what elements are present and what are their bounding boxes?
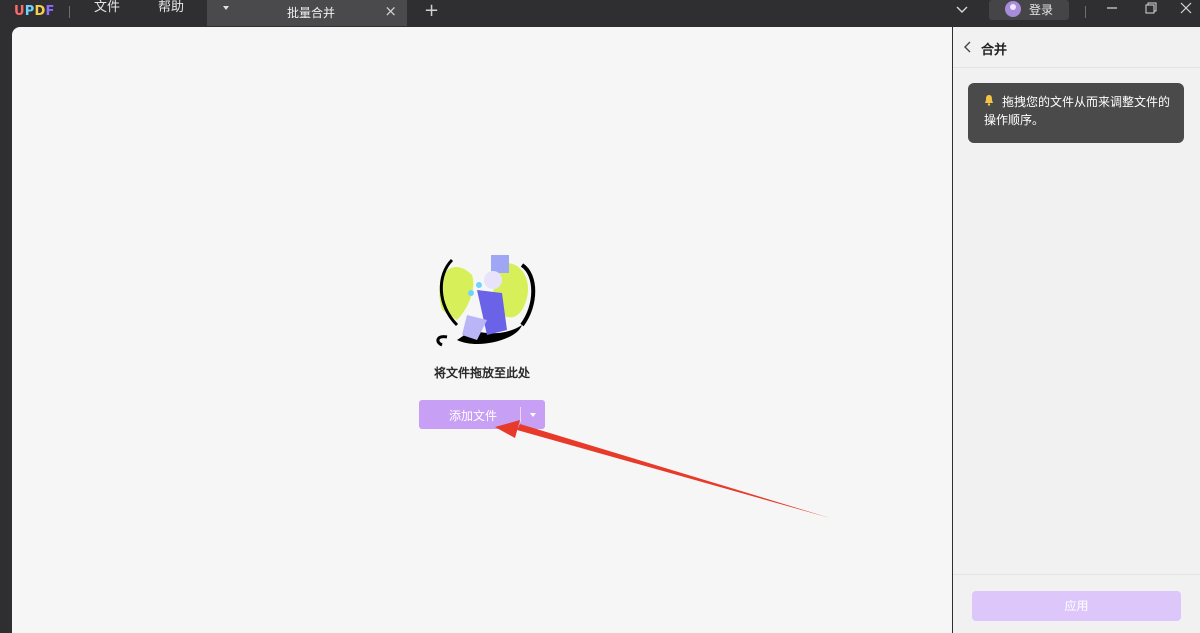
back-chevron-icon[interactable]: [963, 41, 973, 57]
add-file-label: 添加文件: [449, 409, 498, 423]
menu-file[interactable]: 文件: [94, 0, 120, 16]
tab-title: 批量合并: [287, 6, 336, 20]
avatar-icon: [1005, 1, 1021, 17]
dropdown-caret-icon[interactable]: [530, 413, 536, 417]
tab-batch-merge[interactable]: 批量合并 ×: [207, 0, 407, 26]
chevron-down-icon[interactable]: [954, 2, 970, 18]
divider: [69, 6, 70, 18]
login-button[interactable]: 登录: [989, 0, 1069, 20]
divider: [953, 574, 1200, 575]
divider: [953, 67, 1200, 68]
add-tab-icon[interactable]: +: [424, 0, 439, 21]
tip-text-line2: 操作顺序。: [984, 113, 1045, 127]
add-file-button[interactable]: 添加文件: [419, 400, 545, 429]
illustration: [436, 255, 536, 347]
divider: [1085, 6, 1086, 18]
tip-box: 拖拽您的文件从而来调整文件的 操作顺序。: [968, 83, 1184, 143]
drop-area[interactable]: 将文件拖放至此处 添加文件: [12, 27, 952, 633]
login-label: 登录: [1029, 3, 1054, 17]
close-window-icon[interactable]: [1176, 0, 1196, 18]
tip-text-line1: 拖拽您的文件从而来调整文件的: [1002, 95, 1171, 109]
apply-button[interactable]: 应用: [972, 591, 1181, 621]
app-logo: UPDF: [14, 4, 55, 19]
menu-help[interactable]: 帮助: [158, 0, 184, 16]
minimize-icon[interactable]: [1102, 0, 1122, 18]
restore-icon[interactable]: [1141, 0, 1161, 18]
close-icon[interactable]: ×: [384, 2, 397, 20]
drop-hint-text: 将文件拖放至此处: [433, 366, 530, 380]
title-bar: UPDF 文件 帮助 批量合并 × + 登录: [0, 0, 1200, 26]
button-divider: [520, 407, 521, 422]
bell-icon: [985, 95, 993, 106]
chevron-down-icon[interactable]: [223, 6, 229, 10]
merge-panel: 合并 拖拽您的文件从而来调整文件的 操作顺序。 应用: [953, 27, 1200, 633]
panel-title: 合并: [981, 43, 1008, 58]
